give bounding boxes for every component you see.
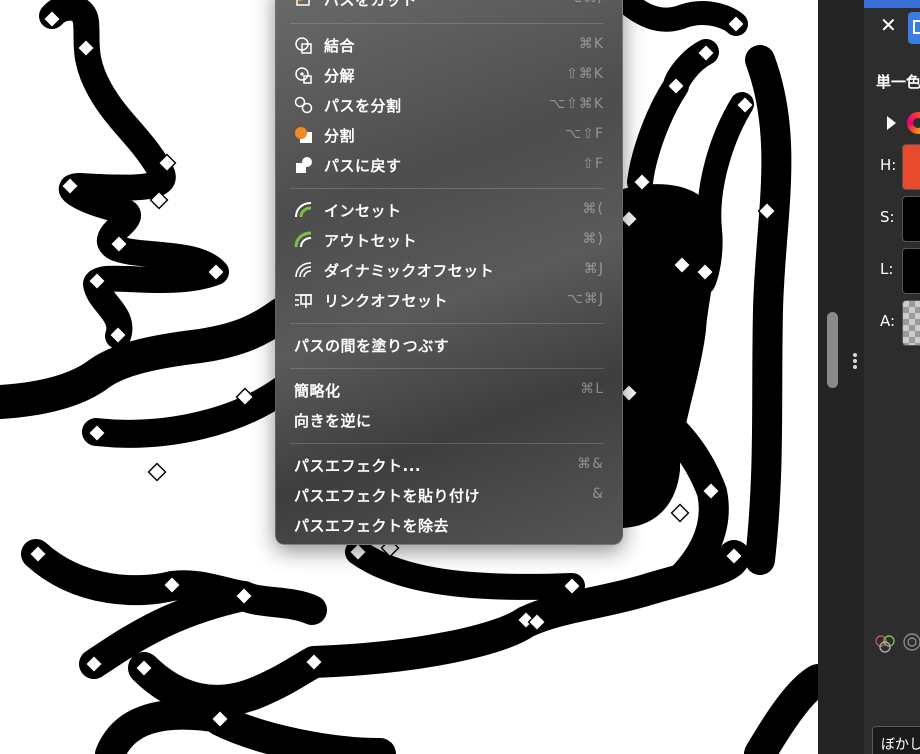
menu-separator bbox=[290, 323, 604, 324]
path-stroke bbox=[612, 0, 748, 36]
convert-to-path-icon bbox=[294, 156, 314, 174]
lightness-label: L: bbox=[880, 260, 894, 278]
close-icon[interactable]: ✕ bbox=[880, 13, 897, 37]
menu-item-shortcut: ⌘( bbox=[582, 201, 604, 217]
path-stroke bbox=[79, 581, 259, 679]
menu-item-shortcut: ⌘& bbox=[577, 456, 604, 472]
linked-offset-icon bbox=[294, 291, 314, 309]
alpha-slider[interactable] bbox=[902, 300, 920, 346]
menu-item-inset[interactable]: インセット ⌘( bbox=[276, 196, 622, 224]
menu-item-remove-path-effect[interactable]: パスエフェクトを除去 bbox=[276, 511, 622, 539]
path-stroke bbox=[0, 297, 299, 419]
menu-item-label: パスをカット bbox=[324, 0, 418, 9]
separate-icon bbox=[294, 66, 314, 84]
path-stroke bbox=[627, 39, 719, 195]
path-stroke bbox=[204, 704, 396, 754]
menu-item-shortcut: ⌥⌘J bbox=[566, 291, 604, 307]
lightness-row: L: bbox=[864, 246, 920, 296]
menu-item-paste-path-effect[interactable]: パスエフェクトを貼り付け & bbox=[276, 481, 622, 509]
divide-icon bbox=[294, 126, 314, 144]
path-context-menu: パスをカット ⌥⌘/ 結合 ⌘K 分解 ⇧⌘K パスを分割 ⌥⇧⌘K 分割 ⌥⇧… bbox=[275, 0, 623, 545]
fill-stroke-panel: ✕ 単一色 H: S: L: A: ぼかし bbox=[864, 0, 920, 754]
menu-item-label: インセット bbox=[324, 202, 402, 220]
path-stroke bbox=[95, 699, 235, 754]
path-stroke bbox=[39, 0, 229, 349]
menu-item-shortcut: ⌘K bbox=[578, 36, 604, 52]
menu-separator bbox=[290, 368, 604, 369]
menu-item-label: 分割 bbox=[324, 127, 356, 145]
menu-item-divide[interactable]: 分割 ⌥⇧F bbox=[276, 121, 622, 149]
menu-item-label: パスエフェクトを除去 bbox=[294, 517, 450, 535]
menu-item-label: アウトセット bbox=[324, 232, 418, 250]
split-path-icon bbox=[294, 96, 314, 114]
hue-label: H: bbox=[880, 156, 897, 174]
path-stroke bbox=[744, 664, 818, 754]
color-wheel-icon[interactable] bbox=[907, 112, 920, 134]
saturation-label: S: bbox=[880, 208, 895, 226]
outset-icon bbox=[294, 231, 314, 249]
menu-item-shortcut: & bbox=[592, 486, 604, 502]
menu-item-shortcut: ⌘J bbox=[583, 261, 604, 277]
alpha-label: A: bbox=[880, 312, 896, 330]
menu-separator bbox=[290, 443, 604, 444]
lightness-slider[interactable] bbox=[902, 248, 920, 294]
menu-item-shortcut: ⌥⌘/ bbox=[566, 0, 604, 6]
menu-item-label: パスエフェクト... bbox=[294, 457, 422, 475]
menu-item-shortcut: ⇧F bbox=[582, 156, 604, 172]
menu-item-shortcut: ⇧⌘K bbox=[566, 66, 604, 82]
menu-item-cut-path[interactable]: パスをカット ⌥⌘/ bbox=[276, 0, 622, 13]
menu-item-dynamic-offset[interactable]: ダイナミックオフセット ⌘J bbox=[276, 256, 622, 284]
menu-item-split-path[interactable]: パスを分割 ⌥⇧⌘K bbox=[276, 91, 622, 119]
menu-item-label: 結合 bbox=[324, 37, 356, 55]
cut-path-icon bbox=[294, 0, 314, 8]
menu-item-label: パスの間を塗りつぶす bbox=[294, 337, 450, 355]
menu-item-label: パスエフェクトを貼り付け bbox=[294, 487, 481, 505]
dynamic-offset-icon bbox=[294, 261, 314, 279]
menu-item-shortcut: ⌘L bbox=[580, 381, 604, 397]
blur-label: ぼかし bbox=[881, 737, 920, 753]
blur-field[interactable]: ぼかし bbox=[872, 726, 920, 754]
menu-separator bbox=[290, 23, 604, 24]
menu-item-shortcut: ⌘) bbox=[582, 231, 604, 247]
menu-item-label: パスを分割 bbox=[324, 97, 402, 115]
menu-item-label: 分解 bbox=[324, 67, 356, 85]
hue-row: H: bbox=[864, 142, 920, 192]
menu-item-simplify[interactable]: 簡略化 ⌘L bbox=[276, 376, 622, 404]
panel-gutter bbox=[818, 0, 864, 754]
expand-triangle-icon[interactable] bbox=[887, 116, 896, 130]
menu-item-separate[interactable]: 分解 ⇧⌘K bbox=[276, 61, 622, 89]
menu-item-label: パスに戻す bbox=[324, 157, 402, 175]
canvas-scrollbar-thumb[interactable] bbox=[827, 312, 838, 388]
menu-item-shortcut: ⌥⇧F bbox=[565, 126, 604, 142]
menu-item-combine[interactable]: 結合 ⌘K bbox=[276, 31, 622, 59]
fill-mode-title: 単一色 bbox=[876, 73, 920, 91]
menu-item-convert-to-path[interactable]: パスに戻す ⇧F bbox=[276, 151, 622, 179]
more-options-icon[interactable] bbox=[851, 352, 859, 372]
menu-item-fill-between-paths[interactable]: パスの間を塗りつぶす bbox=[276, 331, 622, 359]
alpha-row: A: bbox=[864, 298, 920, 348]
path-stroke bbox=[82, 376, 296, 448]
panel-header-bar bbox=[864, 0, 920, 8]
hue-slider[interactable] bbox=[902, 144, 920, 190]
menu-item-label: ダイナミックオフセット bbox=[324, 262, 495, 280]
saturation-row: S: bbox=[864, 194, 920, 244]
color-mix-icon[interactable] bbox=[874, 634, 896, 654]
menu-item-shortcut: ⌥⇧⌘K bbox=[548, 96, 604, 112]
target-icon[interactable] bbox=[902, 632, 920, 652]
saturation-slider[interactable] bbox=[902, 196, 920, 242]
menu-item-path-effects[interactable]: パスエフェクト... ⌘& bbox=[276, 451, 622, 479]
menu-item-outset[interactable]: アウトセット ⌘) bbox=[276, 226, 622, 254]
menu-item-label: リンクオフセット bbox=[324, 292, 449, 310]
menu-separator bbox=[290, 188, 604, 189]
panel-tab-icon[interactable] bbox=[908, 12, 920, 44]
menu-item-reverse-direction[interactable]: 向きを逆に bbox=[276, 406, 622, 434]
path-stroke bbox=[745, 45, 792, 575]
menu-item-label: 簡略化 bbox=[294, 382, 341, 400]
menu-item-label: 向きを逆に bbox=[294, 412, 372, 430]
menu-item-linked-offset[interactable]: リンクオフセット ⌥⌘J bbox=[276, 286, 622, 314]
inset-icon bbox=[294, 201, 314, 219]
combine-icon bbox=[294, 36, 314, 54]
